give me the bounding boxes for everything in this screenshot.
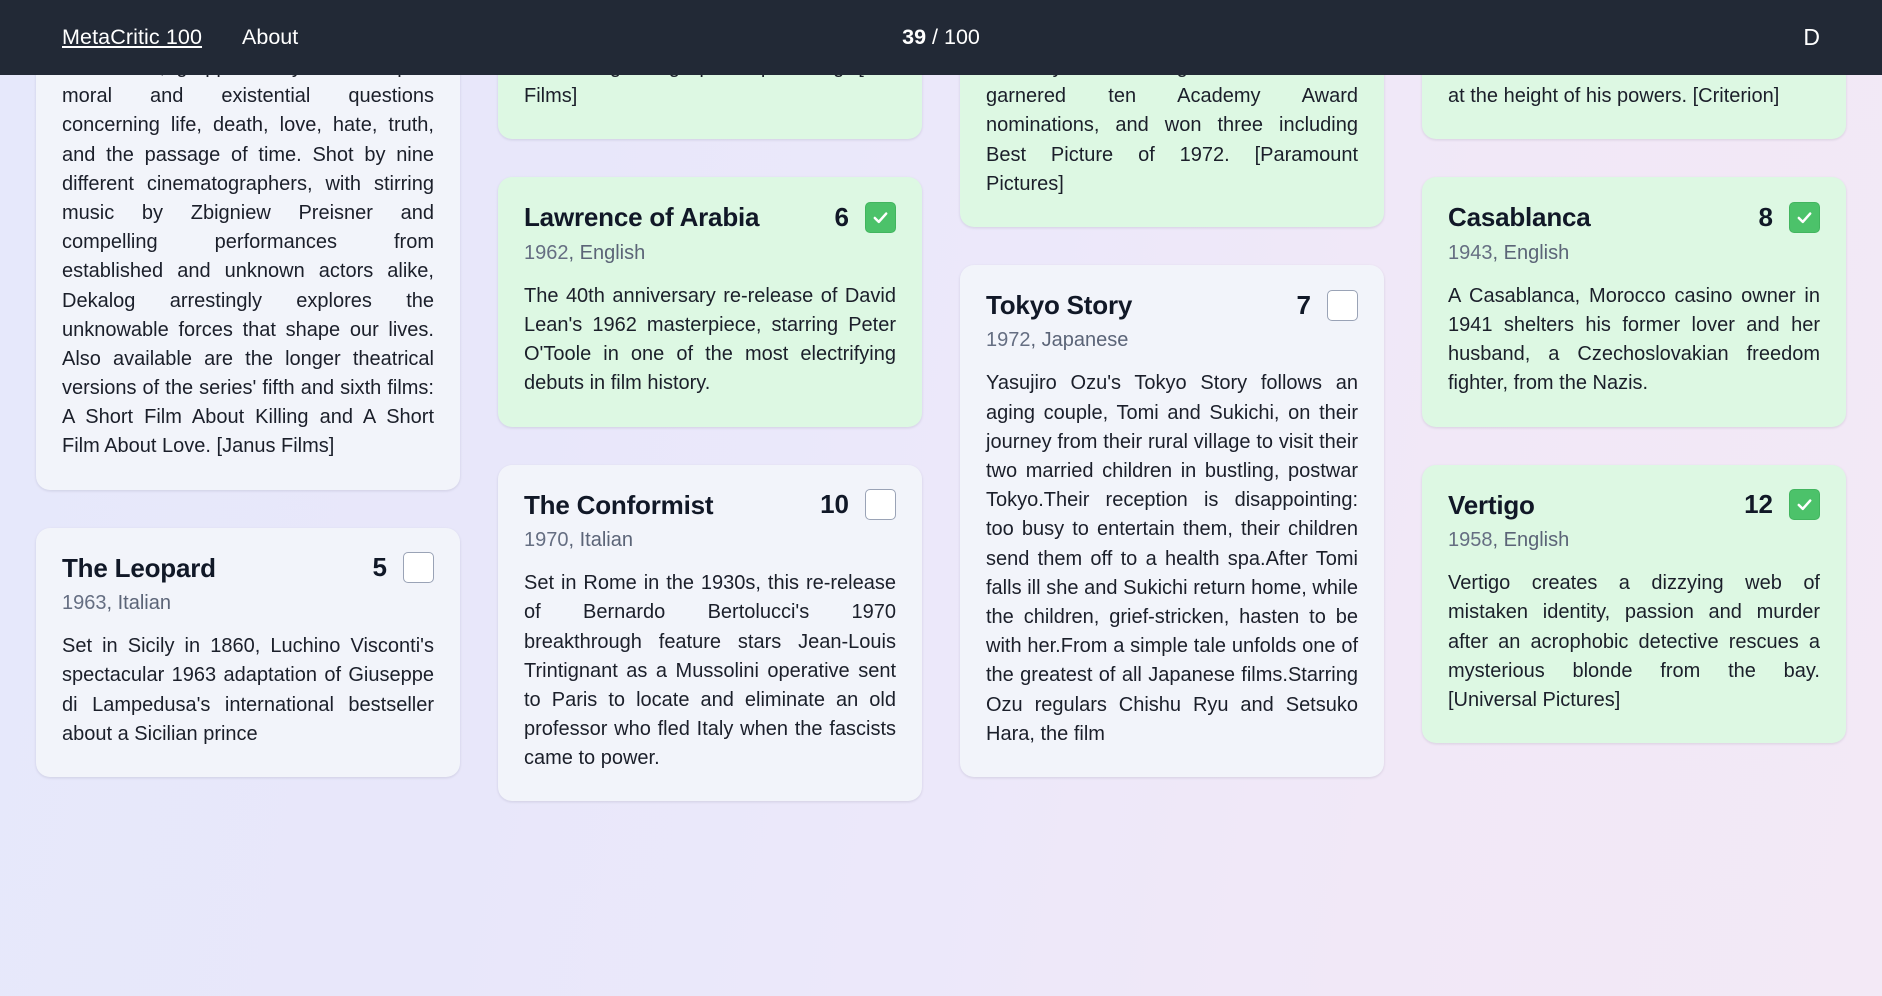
movie-description: Vertigo creates a dizzying web of mistak…: [1448, 572, 1820, 711]
movie-card-header: Casablanca 8: [1448, 201, 1820, 234]
movie-title: Vertigo: [1448, 489, 1535, 520]
movie-description: Yasujiro Ozu's Tokyo Story follows an ag…: [986, 372, 1358, 745]
movie-year: 1962: [524, 241, 569, 264]
movie-rank: 8: [1758, 202, 1773, 233]
movie-meta: 1972, Japanese: [986, 327, 1358, 353]
movie-rank: 10: [820, 489, 849, 520]
movie-meta: 1963, Italian: [62, 590, 434, 616]
movie-card-clipped[interactable]: , …statement from a remarkable filmmaker…: [1422, 75, 1846, 140]
movie-card[interactable]: Vertigo 12 1958, English Vertigo creates…: [1422, 464, 1846, 744]
navbar-left-group: MetaCritic 100 About: [62, 25, 298, 50]
movie-card[interactable]: Lawrence of Arabia 6 1962, English The 4…: [498, 177, 922, 427]
movie-meta: 1958, English: [1448, 527, 1820, 553]
movie-title: The Conformist: [524, 489, 714, 520]
movie-title: Casablanca: [1448, 202, 1591, 233]
movie-column: , …Darkly this soaring and brilliant fil…: [960, 75, 1384, 801]
seen-checkbox[interactable]: [403, 552, 434, 584]
movie-card[interactable]: The Leopard 5 1963, Italian Set in Sicil…: [36, 527, 460, 777]
movie-title: The Leopard: [62, 552, 216, 583]
top-navbar: MetaCritic 100 About 39 / 100 D: [0, 0, 1882, 75]
movie-language: Italian: [117, 592, 171, 615]
movie-board-columns: , …structure, grapple deftly with comple…: [0, 75, 1882, 802]
movie-rank: 5: [372, 552, 387, 583]
seen-checkbox[interactable]: [1327, 289, 1358, 321]
movie-language: Japanese: [1041, 329, 1129, 352]
movie-meta: 1962, English: [524, 240, 896, 266]
nav-link-about[interactable]: About: [242, 25, 298, 50]
movie-language: Italian: [579, 529, 633, 552]
movie-year: 1963: [62, 592, 107, 615]
movie-card-clipped[interactable]: , …ous to growing up and parenting. [IFC…: [498, 75, 922, 140]
movie-meta-comma: ,: [106, 592, 118, 615]
movie-meta-comma: ,: [568, 241, 580, 264]
movie-meta-comma: ,: [1492, 529, 1504, 552]
movie-year: 1970: [524, 529, 569, 552]
movie-description: A Casablanca, Morocco casino owner in 19…: [1448, 284, 1820, 395]
movie-year: 1972: [986, 329, 1031, 352]
movie-description: Set in Sicily in 1860, Luchino Visconti'…: [62, 635, 434, 745]
movie-card-header: The Leopard 5: [62, 552, 434, 585]
movie-title: Tokyo Story: [986, 289, 1133, 320]
check-icon: [873, 212, 888, 224]
navbar-right-group: D: [1803, 24, 1820, 50]
seen-counter: 39 / 100: [902, 25, 980, 50]
avatar[interactable]: D: [1803, 24, 1820, 50]
seen-counter-total: 100: [943, 25, 980, 49]
seen-counter-separator: /: [926, 25, 944, 49]
movie-card-header: Lawrence of Arabia 6: [524, 201, 896, 234]
seen-checkbox[interactable]: [1789, 202, 1820, 234]
movie-rank: 12: [1744, 489, 1773, 520]
seen-checkbox[interactable]: [865, 202, 896, 234]
movie-meta: 1943, English: [1448, 240, 1820, 266]
movie-description: …structure, grapple deftly with complex …: [62, 75, 434, 458]
seen-checkbox[interactable]: [1789, 489, 1820, 521]
check-icon: [1797, 212, 1812, 224]
movie-card[interactable]: Casablanca 8 1943, English A Casablanca,…: [1422, 177, 1846, 427]
movie-meta-comma: ,: [568, 529, 580, 552]
movie-rank: 6: [834, 202, 849, 233]
movie-card[interactable]: Tokyo Story 7 1972, Japanese Yasujiro Oz…: [960, 264, 1384, 777]
movie-card-clipped[interactable]: , …structure, grapple deftly with comple…: [36, 75, 460, 490]
movie-board: , …structure, grapple deftly with comple…: [0, 75, 1882, 996]
movie-card-header: Tokyo Story 7: [986, 289, 1358, 322]
movie-year: 1943: [1448, 241, 1493, 264]
movie-description: The 40th anniversary re-release of David…: [524, 284, 896, 395]
movie-description: …Darkly this soaring and brilliant film …: [986, 75, 1358, 195]
movie-language: English: [1503, 529, 1570, 552]
brand-link[interactable]: MetaCritic 100: [62, 25, 202, 50]
movie-description: …ous to growing up and parenting. [IFC F…: [524, 75, 896, 108]
movie-meta-comma: ,: [1492, 241, 1504, 264]
movie-language: English: [579, 241, 646, 264]
movie-card[interactable]: The Conformist 10 1970, Italian Set in R…: [498, 464, 922, 802]
movie-column: , …statement from a remarkable filmmaker…: [1422, 75, 1846, 801]
movie-card-header: The Conformist 10: [524, 489, 896, 522]
movie-card-header: Vertigo 12: [1448, 489, 1820, 522]
movie-title: Lawrence of Arabia: [524, 202, 760, 233]
movie-year: 1958: [1448, 529, 1493, 552]
movie-card-clipped[interactable]: , …Darkly this soaring and brilliant fil…: [960, 75, 1384, 227]
movie-rank: 7: [1296, 289, 1311, 320]
movie-meta: 1970, Italian: [524, 527, 896, 553]
movie-meta-comma: ,: [1030, 329, 1042, 352]
seen-checkbox[interactable]: [865, 489, 896, 521]
movie-description: Set in Rome in the 1930s, this re-releas…: [524, 572, 896, 770]
seen-counter-current: 39: [902, 25, 927, 49]
check-icon: [1797, 499, 1812, 511]
movie-description: …statement from a remarkable filmmaker a…: [1448, 75, 1820, 108]
movie-language: English: [1503, 241, 1570, 264]
movie-column: , …ous to growing up and parenting. [IFC…: [498, 75, 922, 802]
movie-column: , …structure, grapple deftly with comple…: [36, 75, 460, 801]
